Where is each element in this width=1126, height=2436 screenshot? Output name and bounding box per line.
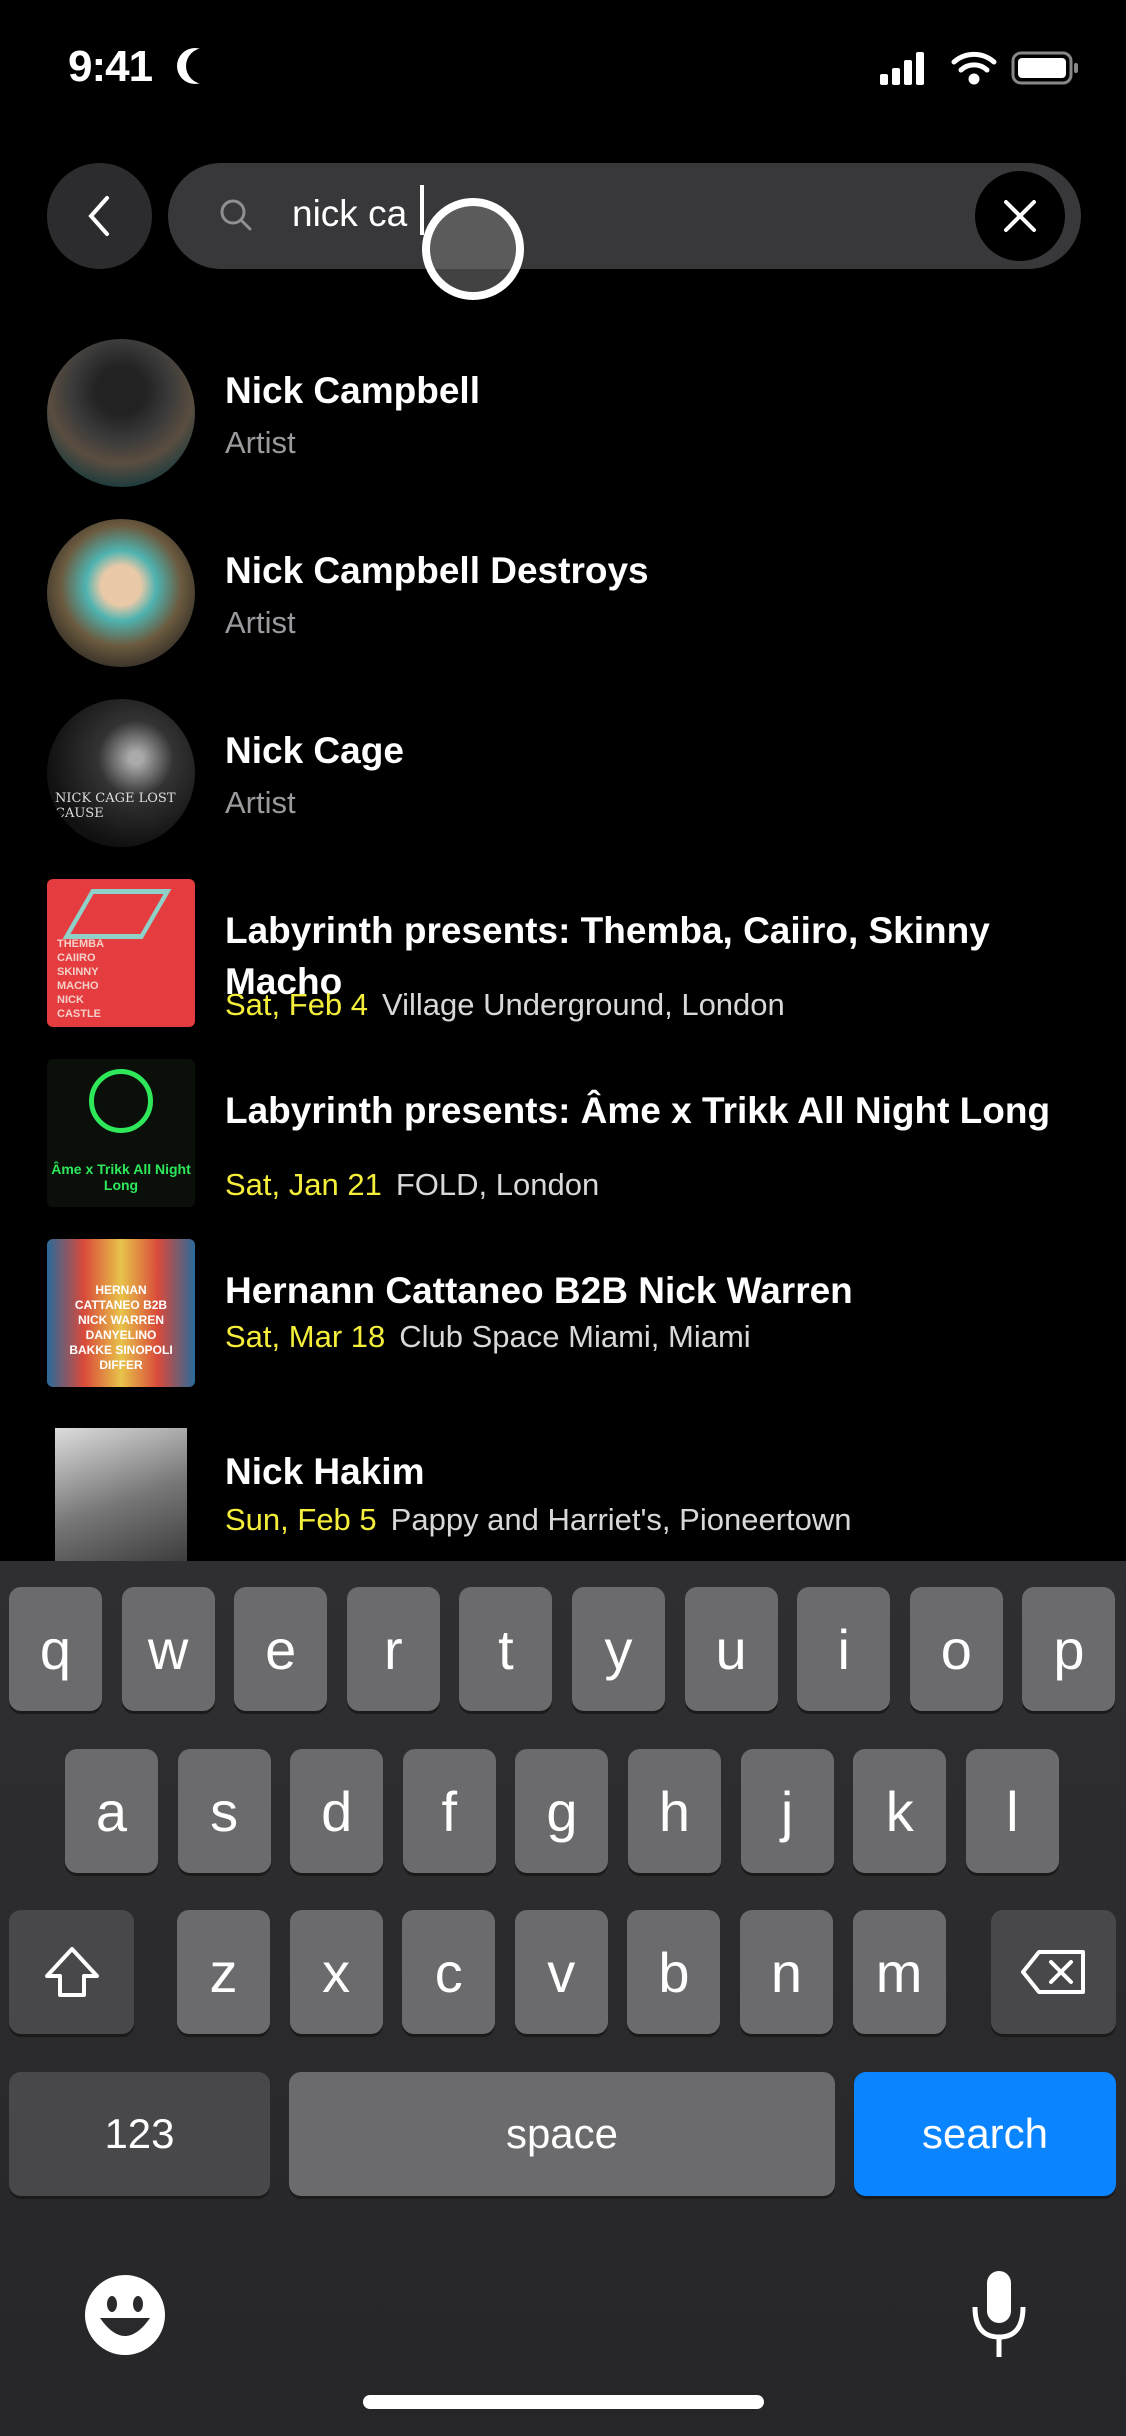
key-m[interactable]: m — [852, 1910, 946, 2034]
status-time: 9:41 — [68, 42, 153, 91]
numbers-key[interactable]: 123 — [9, 2072, 270, 2196]
key-r[interactable]: r — [346, 1587, 440, 1711]
key-y[interactable]: y — [572, 1587, 665, 1711]
touch-indicator — [422, 198, 524, 300]
chevron-left-icon — [87, 196, 109, 236]
result-title: Nick Cage — [225, 730, 404, 771]
result-title: Nick Hakim — [225, 1451, 425, 1492]
event-venue: Club Space Miami, Miami — [399, 1319, 751, 1354]
key-c[interactable]: c — [402, 1910, 496, 2034]
artist-avatar: NICK CAGE LOST CAUSE — [47, 699, 195, 847]
key-b[interactable]: b — [627, 1910, 721, 2034]
keyboard: qwertyuiop asdfghjkl zxcvbnm 123 space sea… — [0, 1561, 1126, 2436]
key-v[interactable]: v — [514, 1910, 608, 2034]
wifi-icon — [951, 51, 997, 85]
text-cursor — [420, 185, 424, 235]
result-item[interactable]: THEMBA CAIIRO SKINNY MACHO NICK CASTLE L… — [0, 879, 1126, 1029]
result-item[interactable]: Nick Hakim Sun, Feb 5 Pappy and Harriet's… — [0, 1426, 1126, 1576]
result-item[interactable]: Âme x Trikk All Night Long Labyrinth pre… — [0, 1059, 1126, 1209]
result-subtitle: Artist — [225, 605, 296, 640]
key-x[interactable]: x — [289, 1910, 383, 2034]
result-meta: Sat, Feb 4 Village Underground, London — [225, 987, 785, 1023]
result-title: Hernann Cattaneo B2B Nick Warren — [225, 1270, 853, 1311]
search-query[interactable]: nick ca — [292, 193, 407, 235]
key-p[interactable]: p — [1022, 1587, 1116, 1711]
event-flyer: THEMBA CAIIRO SKINNY MACHO NICK CASTLE — [47, 879, 195, 1027]
search-key[interactable]: search — [854, 2072, 1116, 2196]
back-button[interactable] — [47, 163, 152, 269]
result-meta: Sat, Jan 21 FOLD, London — [225, 1167, 599, 1203]
search-icon — [220, 199, 252, 231]
key-k[interactable]: k — [853, 1749, 947, 1873]
artist-avatar — [47, 339, 195, 487]
event-venue: Pappy and Harriet's, Pioneertown — [390, 1502, 852, 1537]
result-subtitle: Artist — [225, 785, 296, 820]
event-venue: Village Underground, London — [382, 987, 785, 1022]
event-flyer: HERNAN CATTANEO B2B NICK WARREN DANYELIN… — [47, 1239, 195, 1387]
key-g[interactable]: g — [515, 1749, 609, 1873]
search-input[interactable]: nick ca — [168, 163, 1081, 269]
result-item[interactable]: Nick Campbell Artist — [0, 339, 1126, 489]
result-meta: Sun, Feb 5 Pappy and Harriet's, Pioneerto… — [225, 1502, 852, 1538]
event-flyer: Âme x Trikk All Night Long — [47, 1059, 195, 1207]
key-e[interactable]: e — [234, 1587, 328, 1711]
delete-key[interactable] — [991, 1910, 1116, 2034]
result-title: Nick Campbell Destroys — [225, 550, 649, 591]
space-key[interactable]: space — [289, 2072, 835, 2196]
key-u[interactable]: u — [684, 1587, 778, 1711]
event-date: Sat, Feb 4 — [225, 987, 369, 1022]
event-venue: FOLD, London — [395, 1167, 600, 1202]
result-subtitle: Artist — [225, 425, 296, 460]
event-flyer — [55, 1428, 187, 1576]
event-date: Sat, Mar 18 — [225, 1319, 386, 1354]
key-i[interactable]: i — [797, 1587, 891, 1711]
key-w[interactable]: w — [121, 1587, 215, 1711]
key-n[interactable]: n — [740, 1910, 833, 2034]
key-j[interactable]: j — [740, 1749, 834, 1873]
delete-icon — [1020, 1950, 1085, 1994]
thumb-text: Âme x Trikk All Night Long — [51, 1161, 191, 1193]
close-icon — [1004, 200, 1036, 232]
clear-search-button[interactable] — [975, 171, 1065, 261]
key-z[interactable]: z — [177, 1910, 270, 2034]
event-date: Sun, Feb 5 — [225, 1502, 377, 1537]
key-q[interactable]: q — [9, 1587, 102, 1711]
signal-icon — [880, 52, 924, 85]
home-indicator[interactable] — [363, 2395, 764, 2409]
key-t[interactable]: t — [459, 1587, 553, 1711]
result-item[interactable]: Nick Campbell Destroys Artist — [0, 519, 1126, 669]
shift-key[interactable] — [9, 1910, 134, 2034]
battery-icon — [1011, 51, 1078, 85]
moon-icon — [186, 48, 222, 84]
status-icons — [880, 51, 1078, 85]
key-s[interactable]: s — [177, 1749, 271, 1873]
result-meta: Sat, Mar 18 Club Space Miami, Miami — [225, 1319, 751, 1355]
key-a[interactable]: a — [65, 1749, 158, 1873]
thumb-text: HERNAN CATTANEO B2B NICK WARREN DANYELIN… — [69, 1283, 173, 1372]
key-f[interactable]: f — [402, 1749, 496, 1873]
thumb-text: NICK CAGE LOST CAUSE — [55, 791, 176, 821]
result-item[interactable]: NICK CAGE LOST CAUSE Nick Cage Artist — [0, 699, 1126, 849]
key-d[interactable]: d — [290, 1749, 384, 1873]
shift-icon — [44, 1947, 99, 1997]
result-title: Labyrinth presents: Âme x Trikk All Nigh… — [225, 1090, 1051, 1131]
thumb-text: THEMBA CAIIRO SKINNY MACHO NICK CASTLE — [57, 938, 104, 1020]
key-l[interactable]: l — [965, 1749, 1059, 1873]
key-h[interactable]: h — [628, 1749, 721, 1873]
event-date: Sat, Jan 21 — [225, 1167, 382, 1202]
result-title: Nick Campbell — [225, 370, 480, 411]
key-o[interactable]: o — [909, 1587, 1003, 1711]
microphone-icon[interactable] — [968, 2269, 1030, 2361]
artist-avatar — [47, 519, 195, 667]
result-item[interactable]: HERNAN CATTANEO B2B NICK WARREN DANYELIN… — [0, 1239, 1126, 1389]
emoji-icon[interactable] — [84, 2274, 166, 2356]
